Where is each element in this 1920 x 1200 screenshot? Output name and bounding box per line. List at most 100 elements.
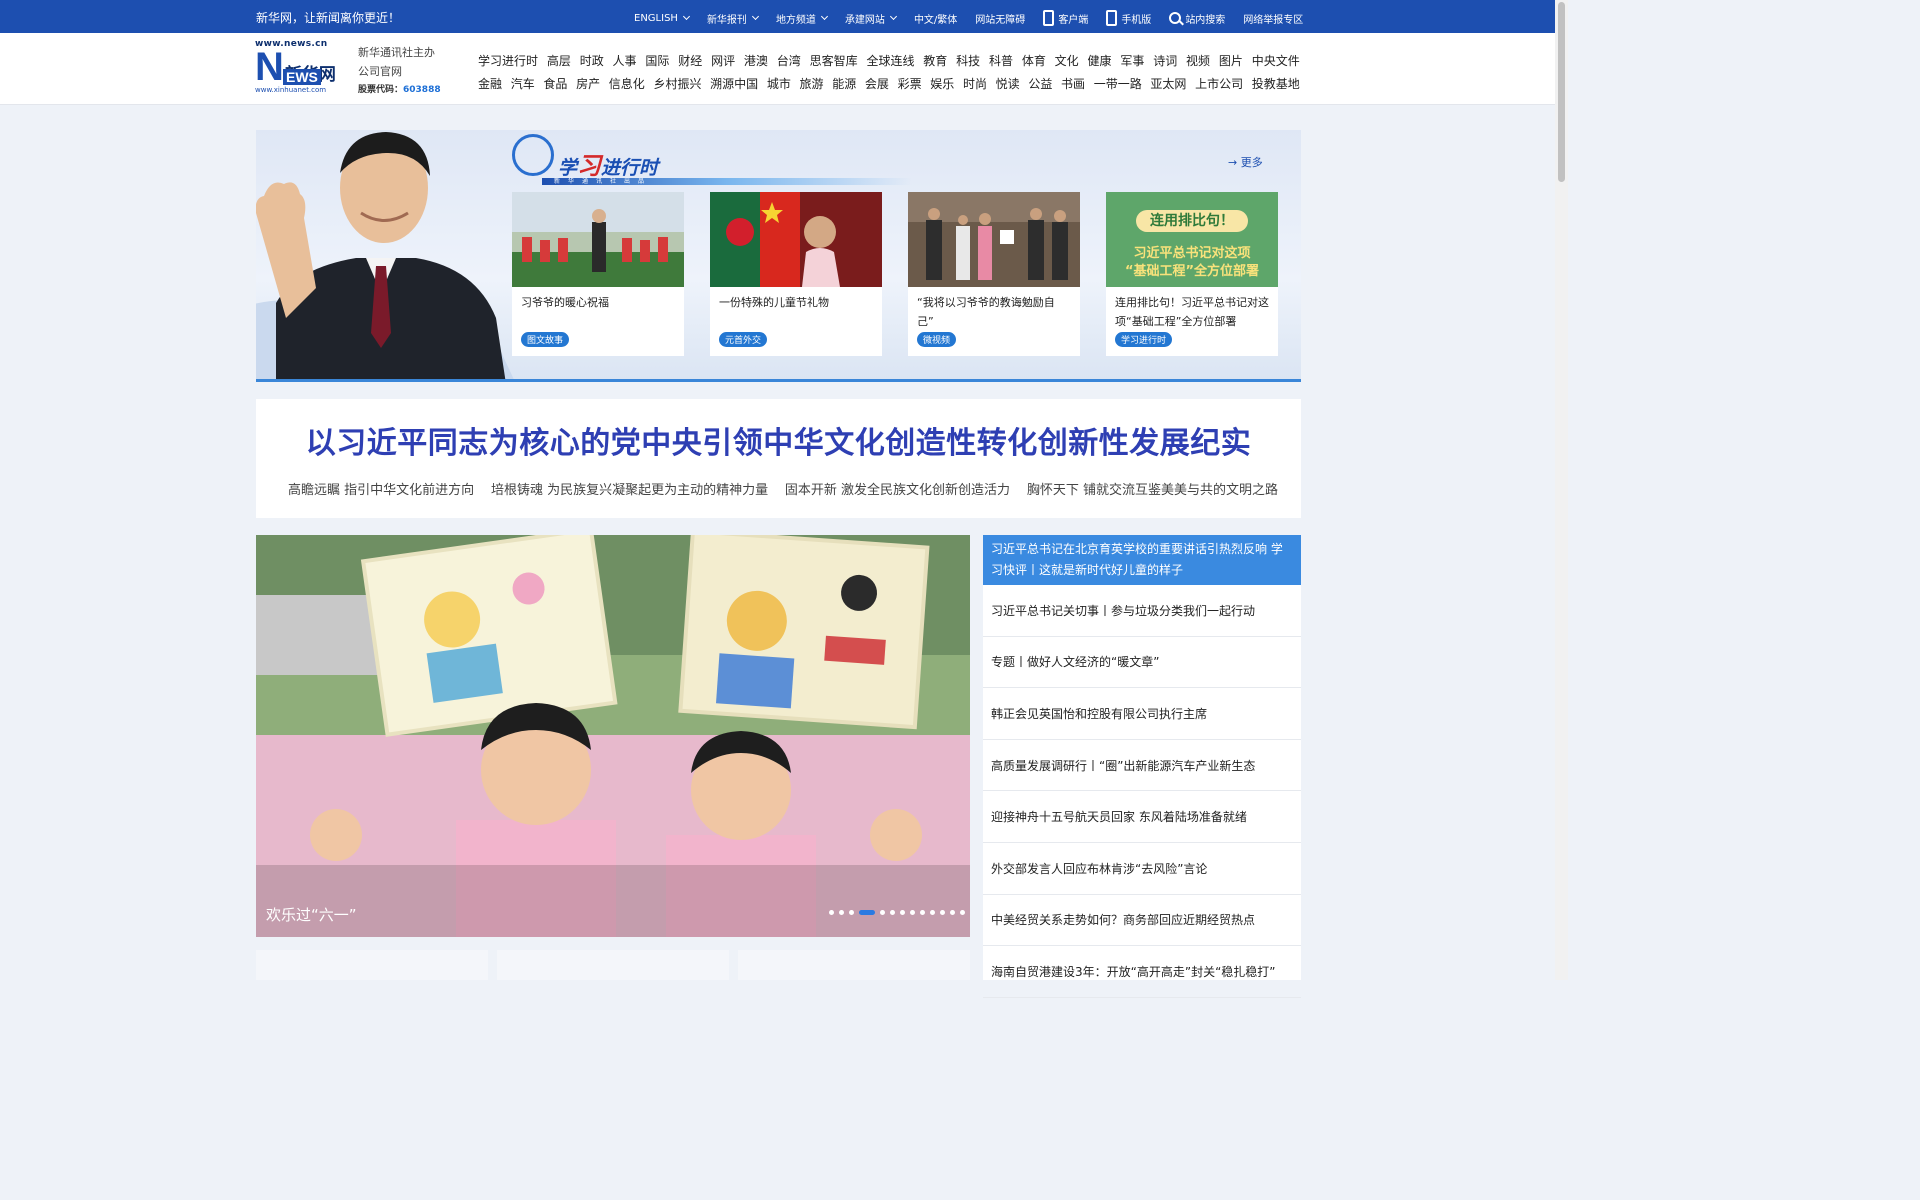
publications-menu[interactable]: 新华报刊 <box>707 11 759 26</box>
channel-link-row1-8[interactable]: 港澳 <box>744 52 768 69</box>
channel-link-row2-15[interactable]: 悦读 <box>996 75 1020 92</box>
news-list-item[interactable]: 外交部发言人回应布林肯涉“去风险”言论 <box>983 843 1301 895</box>
news-top-item[interactable]: 习近平总书记在北京育英学校的重要讲话引热烈反响 学习快评丨这就是新时代好儿童的样… <box>983 535 1301 585</box>
subtopic-link-4[interactable]: 胸怀天下 铺就交流互鉴美美与共的文明之路 <box>1027 479 1278 498</box>
card-image-2 <box>710 192 882 287</box>
channel-link-row2-20[interactable]: 上市公司 <box>1195 75 1243 92</box>
card-image-4: 连用排比句！ 习近平总书记对这项 “基础工程”全方位部署 <box>1106 192 1278 287</box>
carousel-dot[interactable] <box>880 910 885 915</box>
channel-link-row1-17[interactable]: 健康 <box>1088 52 1112 69</box>
channel-link-row1-21[interactable]: 图片 <box>1219 52 1243 69</box>
study-card-3[interactable]: “我将以习爷爷的教诲勉励自己” 微视频 <box>908 192 1080 356</box>
bottom-card-2[interactable] <box>497 950 729 980</box>
poster-line-3: “基础工程”全方位部署 <box>1124 264 1260 279</box>
site-search-link[interactable]: 站内搜索 <box>1169 11 1225 26</box>
carousel-dot[interactable] <box>950 910 955 915</box>
channel-link-row2-9[interactable]: 旅游 <box>800 75 824 92</box>
channel-link-row1-9[interactable]: 台湾 <box>777 52 801 69</box>
channel-link-row1-16[interactable]: 文化 <box>1055 52 1079 69</box>
channel-link-row1-3[interactable]: 时政 <box>580 52 604 69</box>
news-list-item[interactable]: 中美经贸关系走势如何？商务部回应近期经贸热点 <box>983 895 1301 947</box>
client-app-link[interactable]: 客户端 <box>1043 10 1088 26</box>
channel-link-row2-3[interactable]: 食品 <box>543 75 567 92</box>
channel-link-row2-21[interactable]: 投教基地 <box>1252 75 1300 92</box>
brand-bar: 新华通讯社出品 <box>542 178 912 185</box>
carousel-dot[interactable] <box>960 910 965 915</box>
channel-link-row2-5[interactable]: 信息化 <box>609 75 645 92</box>
carousel-dot[interactable] <box>859 910 875 915</box>
channel-link-row1-6[interactable]: 财经 <box>678 52 702 69</box>
channel-link-row2-19[interactable]: 亚太网 <box>1150 75 1186 92</box>
channel-link-row1-2[interactable]: 高层 <box>547 52 571 69</box>
carousel-dot[interactable] <box>839 910 844 915</box>
channel-link-row2-12[interactable]: 彩票 <box>898 75 922 92</box>
channel-link-row2-7[interactable]: 溯源中国 <box>710 75 758 92</box>
channel-link-row1-1[interactable]: 学习进行时 <box>478 52 538 69</box>
channel-link-row2-14[interactable]: 时尚 <box>963 75 987 92</box>
channel-link-row2-13[interactable]: 娱乐 <box>930 75 954 92</box>
english-link[interactable]: ENGLISH <box>634 13 690 24</box>
carousel-dot[interactable] <box>910 910 915 915</box>
channel-link-row2-6[interactable]: 乡村振兴 <box>653 75 701 92</box>
report-zone-link[interactable]: 网络举报专区 <box>1243 11 1303 26</box>
featured-photo[interactable]: 欢乐过“六一” <box>256 535 970 937</box>
news-list-item[interactable]: 迎接神舟十五号航天员回家 东风着陆场准备就绪 <box>983 791 1301 843</box>
carousel-dot[interactable] <box>940 910 945 915</box>
page-scrollbar[interactable] <box>1555 0 1568 980</box>
mobile-version-link[interactable]: 手机版 <box>1106 10 1151 26</box>
channel-nav-row-2: 金融 汽车 食品 房产 信息化 乡村振兴 溯源中国 城市 旅游 能源 会展 彩票 娱乐 时尚 悦读 公益 书画一… <box>478 75 1300 92</box>
subtopic-link-3[interactable]: 固本开新 激发全民族文化创新创造活力 <box>785 479 1010 498</box>
traditional-chinese-link[interactable]: 中文/繁体 <box>914 11 957 26</box>
carousel-dot[interactable] <box>849 910 854 915</box>
card-image-1 <box>512 192 684 287</box>
channel-link-row2-4[interactable]: 房产 <box>576 75 600 92</box>
news-list-item[interactable]: 专题丨做好人文经济的“暖文章” <box>983 637 1301 689</box>
news-list-item[interactable]: 高质量发展调研行丨“圈”出新能源汽车产业新生态 <box>983 740 1301 792</box>
channel-link-row1-11[interactable]: 全球连线 <box>866 52 914 69</box>
channel-link-row1-13[interactable]: 科技 <box>956 52 980 69</box>
news-list-item[interactable]: 习近平总书记关切事丨参与垃圾分类我们一起行动 <box>983 585 1301 637</box>
xinhua-logo[interactable]: www.news.cn N 新华网 EWS www.xinhuanet.com <box>255 39 350 101</box>
channel-link-row2-1[interactable]: 金融 <box>478 75 502 92</box>
channel-link-row2-2[interactable]: 汽车 <box>511 75 535 92</box>
subtopic-link-1[interactable]: 高瞻远瞩 指引中华文化前进方向 <box>288 479 474 498</box>
carousel-dot[interactable] <box>890 910 895 915</box>
headline-title[interactable]: 以习近平同志为核心的党中央引领中华文化创造性转化创新性发展纪实 <box>256 418 1301 462</box>
more-link[interactable]: → 更多 <box>1228 154 1263 170</box>
channel-link-row1-19[interactable]: 诗词 <box>1153 52 1177 69</box>
subtopic-link-2[interactable]: 培根铸魂 为民族复兴凝聚起更为主动的精神力量 <box>491 479 768 498</box>
study-card-2[interactable]: 一份特殊的儿童节礼物 元首外交 <box>710 192 882 356</box>
hosted-sites-menu[interactable]: 承建网站 <box>845 11 897 26</box>
channel-link-row1-18[interactable]: 军事 <box>1120 52 1144 69</box>
channel-link-row2-8[interactable]: 城市 <box>767 75 791 92</box>
carousel-dot[interactable] <box>829 910 834 915</box>
study-card-4[interactable]: 连用排比句！ 习近平总书记对这项 “基础工程”全方位部署 连用排比句！习近平总书… <box>1106 192 1278 356</box>
channel-link-row1-12[interactable]: 教育 <box>923 52 947 69</box>
channel-link-row1-14[interactable]: 科普 <box>989 52 1013 69</box>
channel-link-row1-15[interactable]: 体育 <box>1022 52 1046 69</box>
channel-link-row2-17[interactable]: 书画 <box>1061 75 1085 92</box>
channel-link-row2-18[interactable]: 一带一路 <box>1094 75 1142 92</box>
carousel-dot[interactable] <box>920 910 925 915</box>
channel-link-row1-5[interactable]: 国际 <box>645 52 669 69</box>
carousel-dot[interactable] <box>930 910 935 915</box>
news-list-item[interactable]: 海南自贸港建设3年：开放“高开高走”封关“稳扎稳打” <box>983 946 1301 998</box>
channel-link-row1-4[interactable]: 人事 <box>613 52 637 69</box>
bottom-card-1[interactable] <box>256 950 488 980</box>
local-channels-menu[interactable]: 地方频道 <box>776 11 828 26</box>
channel-link-row1-7[interactable]: 网评 <box>711 52 735 69</box>
news-list-item[interactable]: 韩正会见英国怡和控股有限公司执行主席 <box>983 688 1301 740</box>
channel-link-row1-10[interactable]: 思客智库 <box>810 52 858 69</box>
channel-link-row2-10[interactable]: 能源 <box>832 75 856 92</box>
channel-link-row1-20[interactable]: 视频 <box>1186 52 1210 69</box>
channel-link-row2-16[interactable]: 公益 <box>1028 75 1052 92</box>
study-card-1[interactable]: 习爷爷的暖心祝福 图文故事 <box>512 192 684 356</box>
accessibility-link[interactable]: 网站无障碍 <box>975 11 1025 26</box>
card-title-3: “我将以习爷爷的教诲勉励自己” <box>917 296 1055 328</box>
channel-link-row2-11[interactable]: 会展 <box>865 75 889 92</box>
bottom-card-3[interactable] <box>738 950 970 980</box>
carousel-dot[interactable] <box>900 910 905 915</box>
poster-line-2: 习近平总书记对这项 <box>1133 246 1251 261</box>
channel-link-row1-22[interactable]: 中央文件 <box>1252 52 1300 69</box>
scrollbar-thumb[interactable] <box>1558 2 1565 182</box>
